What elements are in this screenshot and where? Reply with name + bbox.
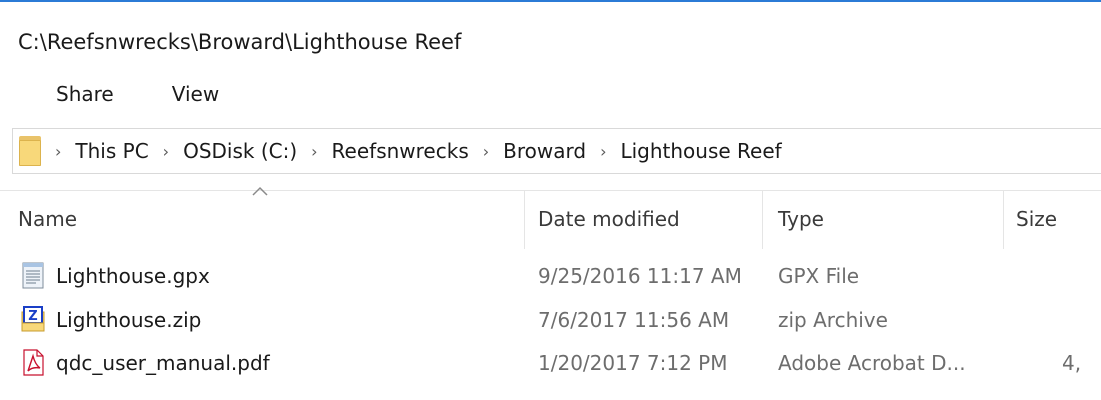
breadcrumb-separator[interactable]: › xyxy=(311,142,317,161)
column-header-row: Name Date modified Type Size xyxy=(0,186,1101,249)
file-type: Adobe Acrobat D... xyxy=(778,351,966,375)
address-bar[interactable]: › This PC › OSDisk (C:) › Reefsnwrecks ›… xyxy=(12,128,1101,174)
breadcrumb-reefsnwrecks[interactable]: Reefsnwrecks xyxy=(332,139,469,163)
file-size: 4, xyxy=(1062,351,1082,375)
tab-view[interactable]: View xyxy=(172,82,219,106)
file-type: GPX File xyxy=(778,264,860,288)
breadcrumb-osdisk[interactable]: OSDisk (C:) xyxy=(183,139,297,163)
window-top-border xyxy=(0,0,1101,2)
file-row[interactable]: qdc_user_manual.pdf 1/20/2017 7:12 PM Ad… xyxy=(0,343,1101,383)
file-explorer-window: C:\Reefsnwrecks\Broward\Lighthouse Reef … xyxy=(0,0,1101,400)
sort-ascending-icon xyxy=(252,186,268,196)
column-header-size[interactable]: Size xyxy=(1016,207,1057,231)
breadcrumb-lighthouse-reef[interactable]: Lighthouse Reef xyxy=(620,139,781,163)
file-row[interactable]: Lighthouse.gpx 9/25/2016 11:17 AM GPX Fi… xyxy=(0,256,1101,296)
window-title: C:\Reefsnwrecks\Broward\Lighthouse Reef xyxy=(18,30,462,54)
breadcrumb-separator[interactable]: › xyxy=(55,142,61,161)
ribbon-tabs: Share View xyxy=(56,82,219,106)
pdf-file-icon xyxy=(23,349,44,376)
breadcrumb-separator[interactable]: › xyxy=(163,142,169,161)
column-header-name[interactable]: Name xyxy=(18,207,77,231)
column-header-date-modified[interactable]: Date modified xyxy=(538,207,680,231)
file-date: 7/6/2017 11:56 AM xyxy=(538,308,730,332)
file-name[interactable]: Lighthouse.gpx xyxy=(56,264,210,288)
file-row[interactable]: Z Lighthouse.zip 7/6/2017 11:56 AM zip A… xyxy=(0,300,1101,340)
file-date: 9/25/2016 11:17 AM xyxy=(538,264,742,288)
breadcrumb-broward[interactable]: Broward xyxy=(503,139,586,163)
file-type: zip Archive xyxy=(778,308,888,332)
zip-archive-icon: Z xyxy=(21,306,45,332)
svg-text:Z: Z xyxy=(28,309,37,324)
breadcrumb-this-pc[interactable]: This PC xyxy=(75,139,148,163)
tab-share[interactable]: Share xyxy=(56,82,114,106)
text-file-icon xyxy=(22,262,44,289)
file-name[interactable]: Lighthouse.zip xyxy=(56,308,201,332)
file-name[interactable]: qdc_user_manual.pdf xyxy=(56,351,270,375)
folder-icon xyxy=(19,136,41,166)
column-divider[interactable] xyxy=(1003,191,1004,249)
breadcrumb-separator[interactable]: › xyxy=(483,142,489,161)
file-date: 1/20/2017 7:12 PM xyxy=(538,351,728,375)
column-header-type[interactable]: Type xyxy=(778,207,824,231)
column-divider[interactable] xyxy=(762,191,763,249)
column-divider[interactable] xyxy=(524,191,525,249)
breadcrumb-separator[interactable]: › xyxy=(600,142,606,161)
